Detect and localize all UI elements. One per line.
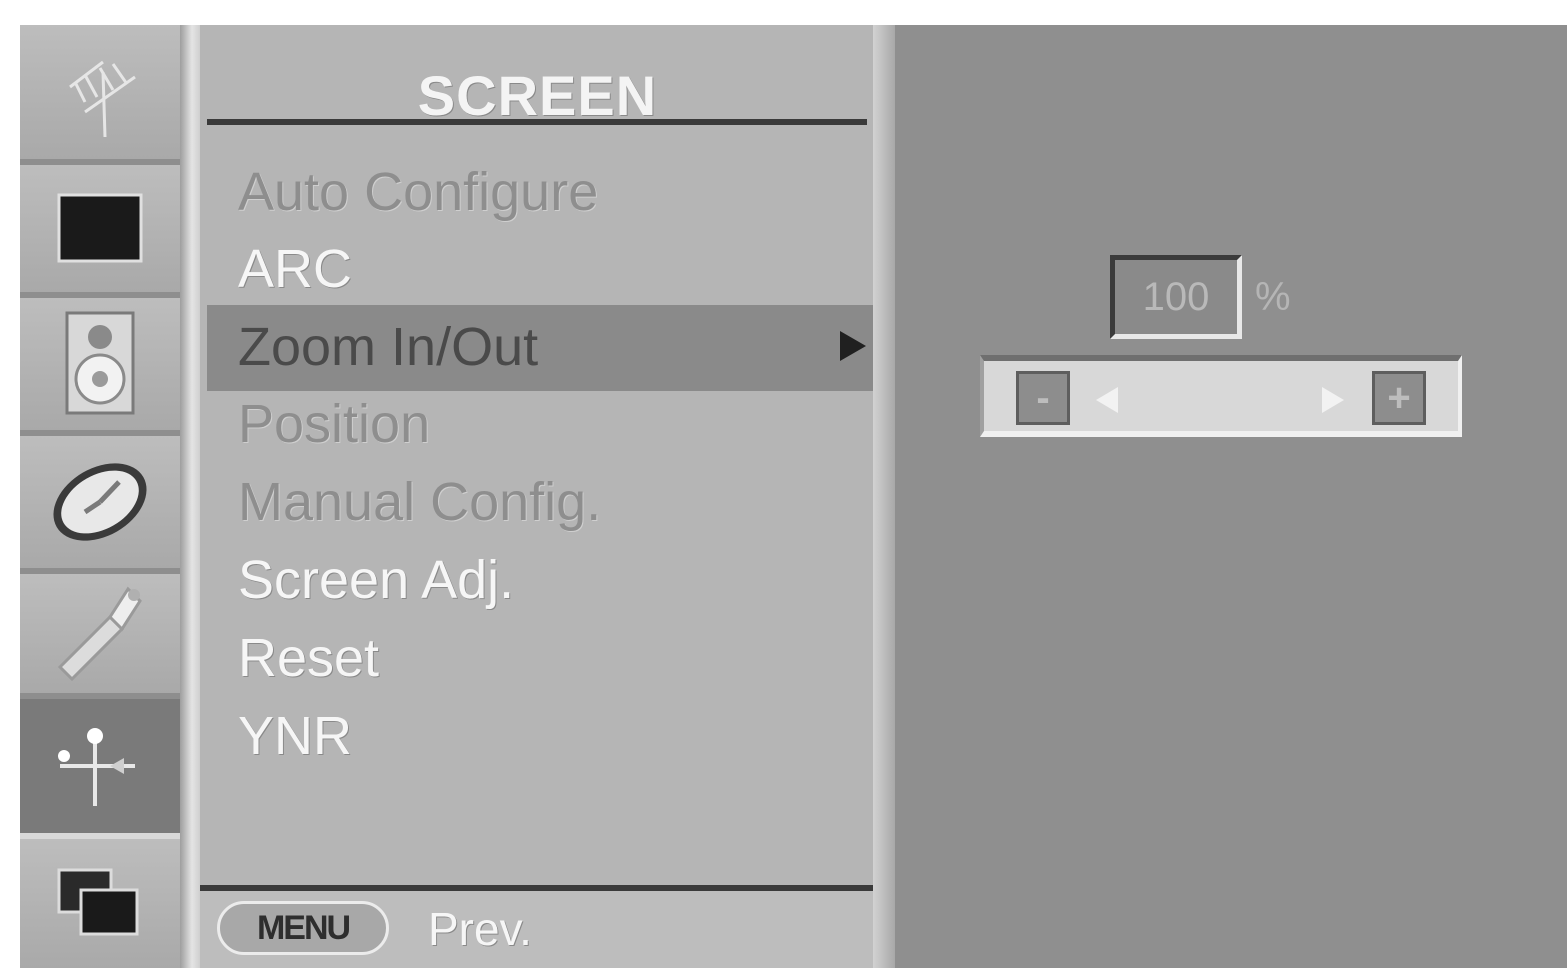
zoom-value-display: 100 [1110,255,1242,339]
prev-label: Prev. [428,903,532,955]
right-arrow-icon[interactable] [1322,387,1344,413]
screen-adjust-icon [58,728,135,806]
menu-item-manual-config[interactable]: Manual Config. [238,472,601,532]
menu-item-auto-configure[interactable]: Auto Configure [238,162,598,222]
menu-item-arc[interactable]: ARC [238,239,352,299]
menu-item-reset[interactable]: Reset [238,628,379,688]
zoom-slider[interactable]: - + [980,355,1462,437]
menu-item-position[interactable]: Position [238,394,430,454]
submenu-arrow-icon [840,331,866,361]
zoom-out-button[interactable]: - [1016,371,1070,425]
sidebar-item-station[interactable] [20,25,180,165]
panel-edge [873,25,895,968]
sidebar-divider [180,25,200,968]
sidebar-item-pip[interactable] [20,839,180,968]
category-sidebar [20,25,180,968]
pip-icon [57,868,139,935]
picture-icon [57,193,143,262]
menu-item-ynr[interactable]: YNR [238,706,352,766]
option-icon [57,586,142,681]
screen-menu-panel: SCREEN Auto Configure ARC Zoom In/Out Po… [200,25,895,968]
time-icon [53,463,147,541]
menu-footer: MENU Prev. [200,891,875,968]
sidebar-item-screen[interactable] [20,699,180,839]
zoom-unit-label: % [1255,275,1291,319]
antenna-icon [69,60,136,138]
menu-item-zoom-in-out[interactable]: Zoom In/Out [238,317,538,377]
left-arrow-icon[interactable] [1096,387,1118,413]
sidebar-item-time[interactable] [20,436,180,574]
menu-button[interactable]: MENU [217,901,389,955]
zoom-submenu-area: 100 % - + [895,25,1567,968]
title-divider [207,119,867,125]
menu-item-screen-adj[interactable]: Screen Adj. [238,550,514,610]
zoom-in-button[interactable]: + [1372,371,1426,425]
sidebar-item-sound[interactable] [20,298,180,436]
sidebar-item-picture[interactable] [20,165,180,298]
speaker-icon [65,311,135,415]
sidebar-item-option[interactable] [20,574,180,699]
